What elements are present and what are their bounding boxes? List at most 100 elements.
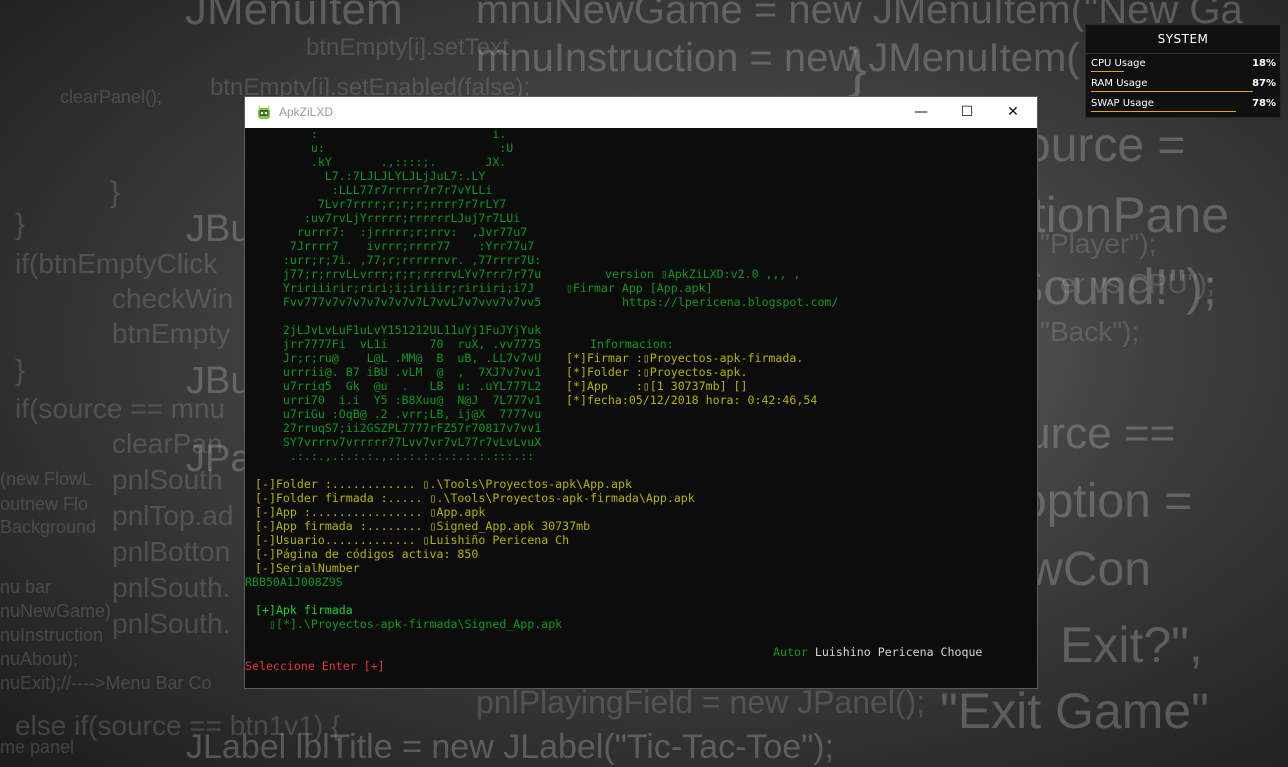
wallpaper-code-line: nuExit);//---->Menu Bar Co <box>0 673 212 693</box>
info-row: [*]Folder :▯Proyectos-apk. <box>566 365 748 379</box>
menu-tag: [-] <box>255 505 276 519</box>
wallpaper-code-line: checkWin <box>112 283 234 314</box>
ascii-art-line: : i. <box>255 128 507 141</box>
input-prompt[interactable]: Seleccione Enter [+] <box>245 659 385 673</box>
menu-label: App firmada :........ <box>275 519 430 533</box>
system-monitor-title: SYSTEM <box>1086 25 1280 54</box>
menu-tag: [-] <box>255 547 276 561</box>
ascii-art-line: Fvv777v7v7v7v7v7v7v7L7vvL7v7vvv7v7vv5 <box>255 295 542 309</box>
menu-item: [-]Página de códigos activa: 850 <box>255 547 478 561</box>
wallpaper-code-line: "Back"); <box>1040 316 1140 347</box>
author-line: Autor Luishino Pericena Choque <box>773 645 982 659</box>
console-window[interactable]: ApkZiLXD — ☐ ✕ : i. u: :U .kY .,::::;. J… <box>244 96 1038 689</box>
android-icon <box>258 105 270 119</box>
author-label: Autor <box>773 645 808 659</box>
console-output[interactable]: : i. u: :U .kY .,::::;. JX. L7.:7LJLJLYL… <box>245 128 1037 688</box>
ascii-art-line: u: :U <box>255 141 514 155</box>
ascii-art-line: urri70 i.i Y5 :B8Xuu@ N@J 7L777v1 <box>255 393 542 407</box>
menu-label: Folder :............ <box>275 477 423 491</box>
author-name: Luishino Pericena Choque <box>814 645 983 659</box>
wallpaper-code-line: JBu <box>186 208 252 250</box>
info-tag: [*] <box>566 365 587 379</box>
wallpaper-code-line: if(source == mnu <box>15 393 226 424</box>
info-text: Folder :▯Proyectos-apk. <box>586 365 748 379</box>
wallpaper-code-line: JLabel lblTitle = new JLabel("Tic-Tac-To… <box>186 728 835 766</box>
maximize-button[interactable]: ☐ <box>944 97 990 128</box>
info-text: fecha:05/12/2018 hora: 0:42:46,54 <box>586 393 818 407</box>
monitor-row: CPU Usage 18% <box>1090 54 1276 74</box>
info-header: Informacion: <box>590 337 674 351</box>
menu-item: [-]App firmada :........ ▯Signed_App.apk… <box>255 519 590 533</box>
ascii-art-line: .kY .,::::;. JX. <box>255 155 507 169</box>
menu-item: [-]SerialNumber <box>255 561 360 575</box>
wallpaper-code-line: pnlPlayingField = new JPanel(); <box>476 684 926 720</box>
monitor-usage-bar <box>1091 111 1236 112</box>
menu-tag: [-] <box>255 477 276 491</box>
wallpaper-code-line: pnlBotton <box>112 536 231 567</box>
ascii-art-line: 27rruqS7;ii2GSZPL7777rFZ57r70817v7vv1 <box>255 421 542 435</box>
wallpaper-code-line: } <box>848 36 867 99</box>
wallpaper-code-line: outnew Flo <box>0 494 89 514</box>
wallpaper-code-line: nuNewGame) <box>0 601 112 621</box>
info-tag: [*] <box>566 393 587 407</box>
wallpaper-code-line: er vs CPU"); <box>1060 268 1215 299</box>
monitor-value: 87% <box>1252 78 1276 89</box>
menu-label: Folder firmada :..... <box>275 491 430 505</box>
menu-value: ▯.\Tools\Proyectos-apk-firmada\App.apk <box>429 491 695 505</box>
wallpaper-code-line: (new FlowL <box>0 469 93 489</box>
ascii-art-line: :LLL77r7rrrrr7r7r7vYLLi <box>255 183 493 197</box>
info-tag: [*] <box>566 351 587 365</box>
wallpaper-code-line: pnlSouth <box>112 464 223 495</box>
menu-label: Página de códigos activa: 850 <box>275 547 479 561</box>
info-text: Firmar :▯Proyectos-apk-firmada. <box>586 351 804 365</box>
wallpaper-code-line: pnlSouth. <box>112 572 231 603</box>
menu-item: [-]App :................ ▯App.apk <box>255 505 485 519</box>
serial-number: RBB50A1J008Z9S <box>245 575 343 589</box>
menu-tag: [-] <box>255 561 276 575</box>
monitor-row: SWAP Usage 78% <box>1090 94 1276 114</box>
monitor-value: 18% <box>1252 58 1276 69</box>
ascii-art-line: urrrii@. B7 iBU .vLM @ , 7XJ7v7vv1 <box>255 365 542 379</box>
wallpaper-code-line: me panel <box>0 737 75 757</box>
ascii-art-line: jrr7777Fi vL1i 70 ruX, .vv7775 <box>255 337 542 351</box>
wallpaper-code-line: pnlSouth. <box>112 608 231 639</box>
info-url: https://lpericena.blogspot.com/ <box>622 295 839 309</box>
menu-label: Usuario............. <box>275 533 423 547</box>
window-titlebar[interactable]: ApkZiLXD — ☐ ✕ <box>245 97 1037 128</box>
menu-value: ▯App.apk <box>429 505 486 519</box>
menu-label: SerialNumber <box>275 561 360 575</box>
menu-tag: [-] <box>255 533 276 547</box>
wallpaper-code-line: nu bar <box>0 577 52 597</box>
wallpaper-code-line: nuAbout); <box>0 649 79 669</box>
wallpaper-code-line: Exit?", <box>1060 617 1203 673</box>
menu-value: ▯.\Tools\Proyectos-apk\App.apk <box>422 477 632 491</box>
ascii-art-line: SY7vrrrv7vrrrrr77Lvv7vr7vL77r7vLvLvuX <box>255 435 542 449</box>
menu-tag: [-] <box>255 491 276 505</box>
info-row: [*]App :▯[1 30737mb] [] <box>566 379 748 393</box>
wallpaper-code-line: option = <box>1020 475 1193 528</box>
ascii-art-line: .:.:.,.:.:.:.,.:.:.:.:.:.:.:.:::.:: <box>255 449 535 463</box>
ascii-art-line: :urr;r;7i. ,77;r;rrrrrrvr. ,77rrrr7U: <box>255 253 542 267</box>
ascii-art-line: 7Lvr7rrrr;r;r;r;rrrr7r7rLY7 <box>255 197 507 211</box>
wallpaper-code-line: } <box>15 354 26 387</box>
system-monitor-widget: SYSTEM CPU Usage 18% RAM Usage 87% SWAP Usag… <box>1085 24 1281 118</box>
info-tag: [*] <box>566 379 587 393</box>
ascii-art-line: j77;r;rrvLLvrrr;r;r;rrrrvLYv7rrr7r77u <box>255 267 542 281</box>
wallpaper-code-line: if(btnEmptyClick <box>15 248 218 279</box>
menu-item: [-]Folder :............ ▯.\Tools\Proyect… <box>255 477 632 491</box>
wallpaper-code-line: "Exit Game" <box>940 683 1209 739</box>
result-title: [+]Apk firmada <box>255 603 353 617</box>
wallpaper-code-line: JMenuItem <box>185 0 403 34</box>
minimize-button[interactable]: — <box>898 97 944 128</box>
ascii-art-line: u7riGu :OqB@ .2 .vrr;LB, ij@X 7777vu <box>255 407 542 421</box>
wallpaper-code-line: "Player"); <box>1040 228 1157 259</box>
info-text: App :▯[1 30737mb] [] <box>586 379 748 393</box>
monitor-label: RAM Usage <box>1091 78 1148 89</box>
monitor-label: CPU Usage <box>1091 58 1146 69</box>
info-row: [*]Firmar :▯Proyectos-apk-firmada. <box>566 351 803 365</box>
result-path: ▯[*].\Proyectos-apk-firmada\Signed_App.a… <box>269 617 563 631</box>
close-button[interactable]: ✕ <box>990 97 1036 128</box>
wallpaper-code-line: pnlTop.ad <box>112 500 234 531</box>
system-monitor-rows: CPU Usage 18% RAM Usage 87% SWAP Usage 78% <box>1086 54 1280 114</box>
wallpaper-code-line: btnEmpty <box>112 318 231 349</box>
